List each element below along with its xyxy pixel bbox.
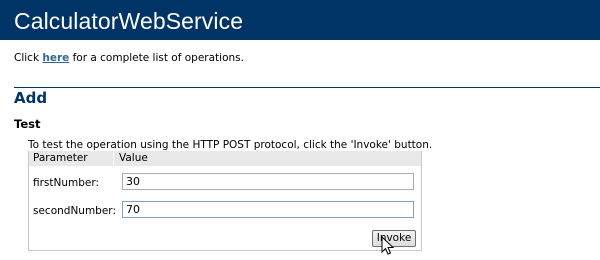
column-divider: [113, 151, 114, 166]
second-number-input[interactable]: [122, 201, 414, 218]
header-banner: CalculatorWebService: [0, 0, 600, 40]
intro-suffix: for a complete list of operations.: [69, 52, 244, 64]
first-number-input[interactable]: [122, 173, 414, 190]
intro-text: Click here for a complete list of operat…: [14, 52, 244, 64]
section-divider: [14, 87, 600, 88]
test-instructions: To test the operation using the HTTP POS…: [28, 139, 433, 151]
test-heading: Test: [14, 117, 41, 131]
service-title: CalculatorWebService: [14, 8, 244, 34]
mouse-cursor-icon: [381, 236, 395, 255]
column-header-parameter: Parameter: [33, 152, 88, 164]
parameters-table: Parameter Value firstNumber: secondNumbe…: [28, 151, 422, 251]
column-header-value: Value: [119, 152, 148, 164]
operations-list-link[interactable]: here: [42, 52, 69, 64]
intro-prefix: Click: [14, 52, 43, 64]
table-header-row: Parameter Value: [29, 151, 421, 166]
first-number-label: firstNumber:: [33, 177, 100, 189]
second-number-label: secondNumber:: [33, 205, 116, 217]
operation-title: Add: [14, 89, 48, 107]
